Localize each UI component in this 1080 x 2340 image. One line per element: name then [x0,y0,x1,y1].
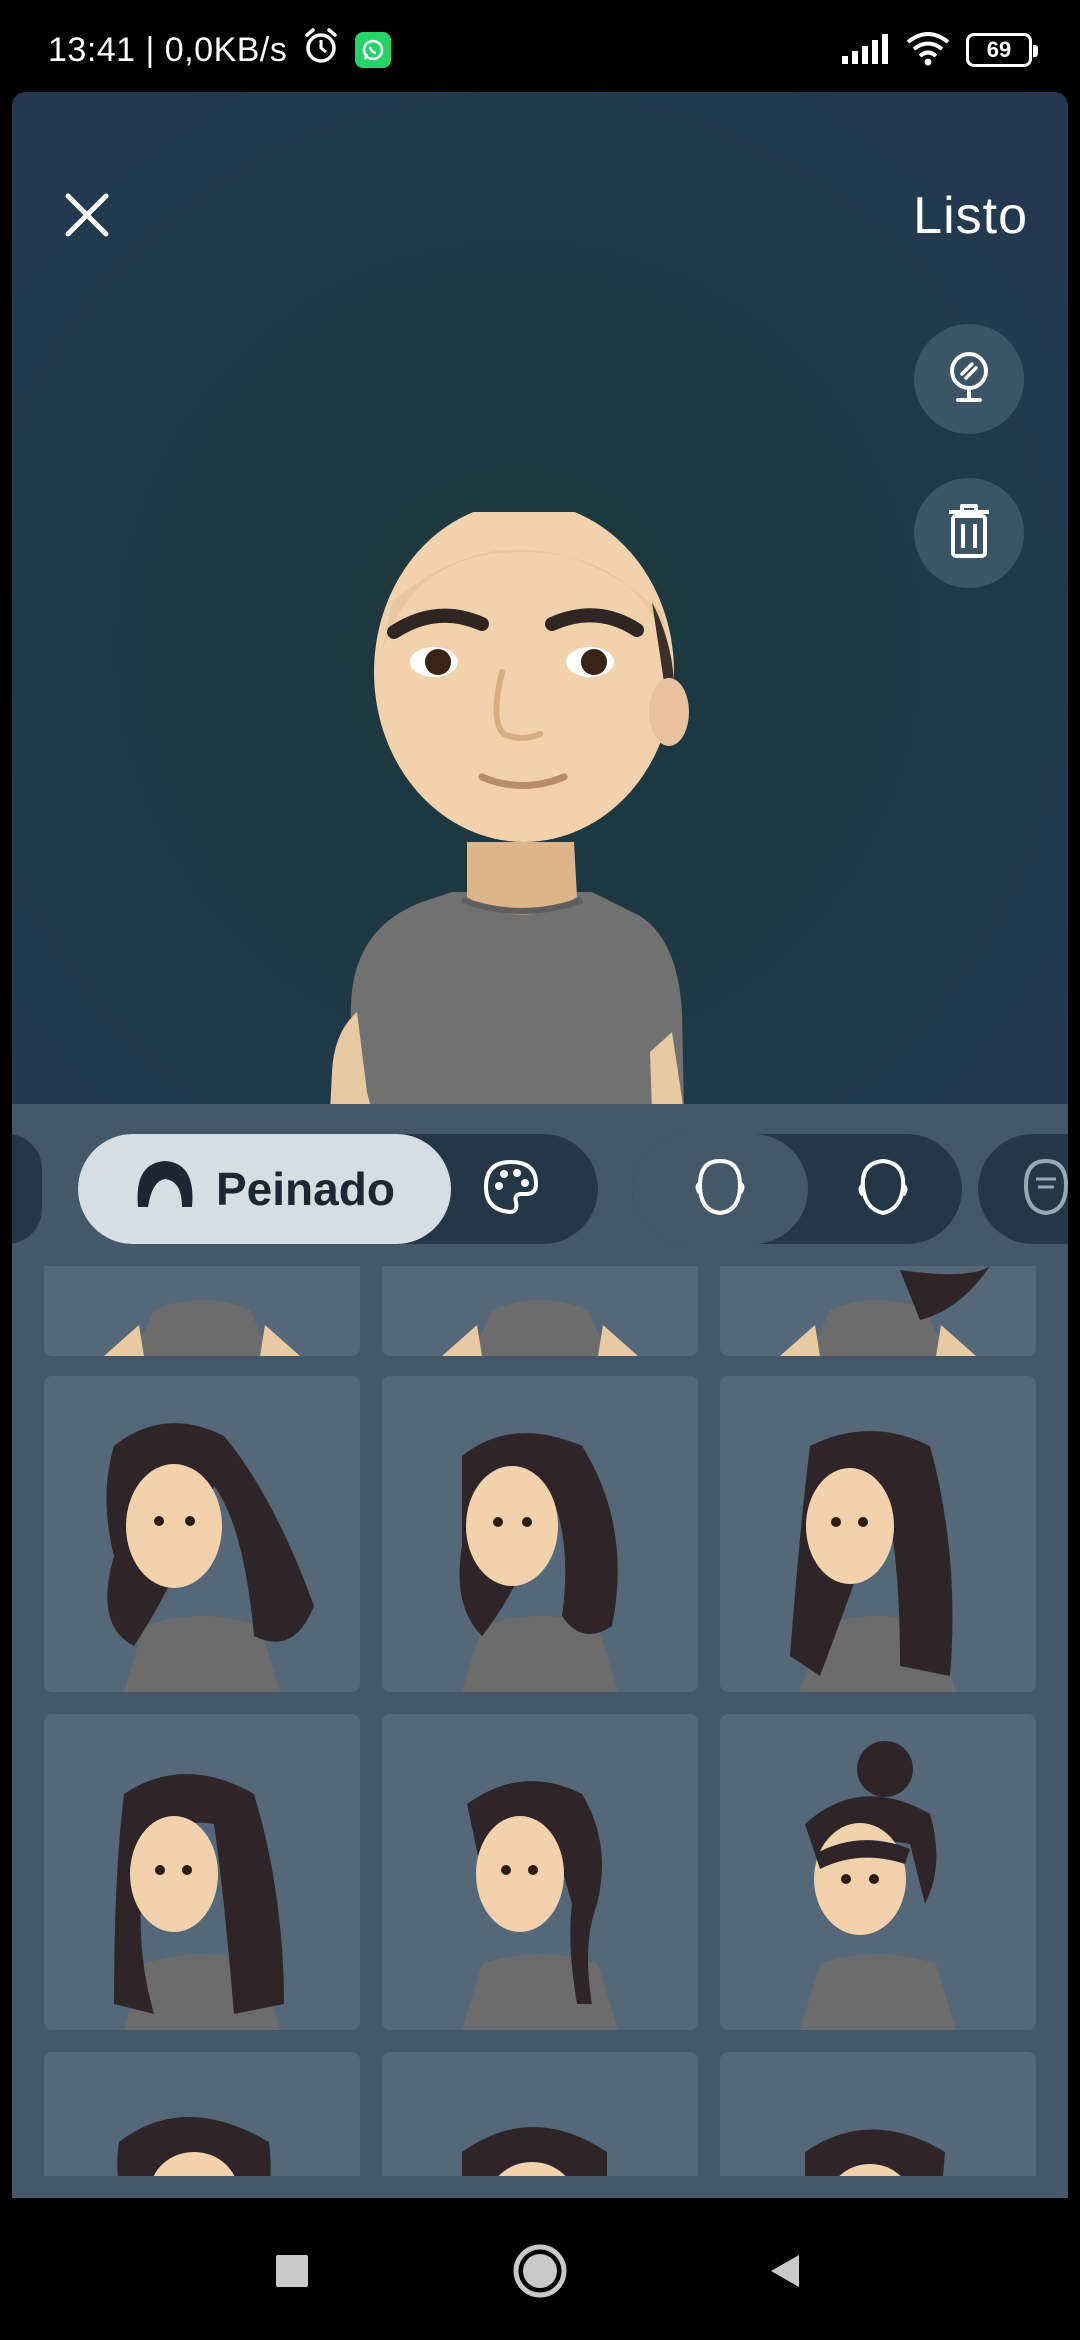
hair-color-tab[interactable] [451,1134,571,1244]
done-button[interactable]: Listo [913,176,1028,256]
hairstyle-option-partial-bottom-2[interactable] [382,2052,698,2176]
head-shape-3-icon [1018,1157,1068,1222]
hairstyle-option-partial-bottom-1[interactable] [44,2052,360,2176]
battery-level: 69 [986,37,1012,62]
close-button[interactable] [42,172,132,262]
back-button[interactable] [740,2228,830,2318]
recents-button[interactable] [247,2228,337,2318]
trash-icon [941,500,997,567]
hairstyle-option-top-bun-bangs[interactable] [720,1714,1036,2030]
hairstyle-option-partial-top-3[interactable] [720,1266,1036,1356]
mirror-button[interactable] [914,324,1024,434]
system-navigation-bar [0,2198,1080,2340]
hairstyle-option-partial-top-1[interactable] [44,1266,360,1356]
alarm-icon [301,26,341,75]
head-shape-1-icon [692,1157,748,1222]
wifi-icon [904,30,952,71]
head-shape-tab-group [632,1134,962,1244]
back-icon [765,2251,805,2296]
status-time-speed: 13:41 | 0,0KB/s [48,30,288,69]
head-shape-1-tab[interactable] [632,1134,808,1244]
hairstyle-option-long-wavy[interactable] [44,1376,360,1692]
hairstyle-tab[interactable]: Peinado [78,1134,451,1244]
hairstyle-option-long-side-part[interactable] [44,1714,360,2030]
hairstyle-grid [12,1266,1068,2176]
status-left: 13:41 | 0,0KB/s [48,26,392,75]
palette-icon [482,1158,540,1221]
hairstyle-option-partial-bottom-3[interactable] [720,2052,1036,2176]
avatar-editor-sheet: Listo Peinado [12,92,1068,2198]
status-right: 69 [842,30,1038,71]
hairstyle-option-long-straight[interactable] [720,1376,1036,1692]
hairstyle-tab-label: Peinado [216,1163,395,1215]
battery-icon: 69 [966,33,1038,67]
signal-icon [842,32,890,69]
avatar-figure [312,502,732,1104]
close-icon [62,190,112,245]
hair-icon [134,1157,196,1222]
hairstyle-tab-group: Peinado [78,1134,598,1244]
status-bar: 13:41 | 0,0KB/s 69 [0,0,1080,92]
whatsapp-icon [355,32,392,68]
recents-icon [274,2253,310,2294]
category-tabs: Peinado [12,1134,1068,1244]
hairstyle-option-partial-top-2[interactable] [382,1266,698,1356]
head-shape-2-tab[interactable] [808,1134,958,1244]
mirror-icon [938,346,1000,413]
delete-button[interactable] [914,478,1024,588]
previous-category-pill[interactable] [12,1134,42,1244]
home-icon [511,2242,569,2305]
customization-panel: Peinado [12,1104,1068,2198]
head-shape-2-icon [855,1157,911,1222]
home-button[interactable] [495,2228,585,2318]
hairstyle-option-low-ponytail[interactable] [382,1714,698,2030]
hairstyle-option-medium-wavy[interactable] [382,1376,698,1692]
head-shape-3-tab[interactable] [978,1134,1068,1244]
avatar-preview-stage: Listo [12,92,1068,1104]
